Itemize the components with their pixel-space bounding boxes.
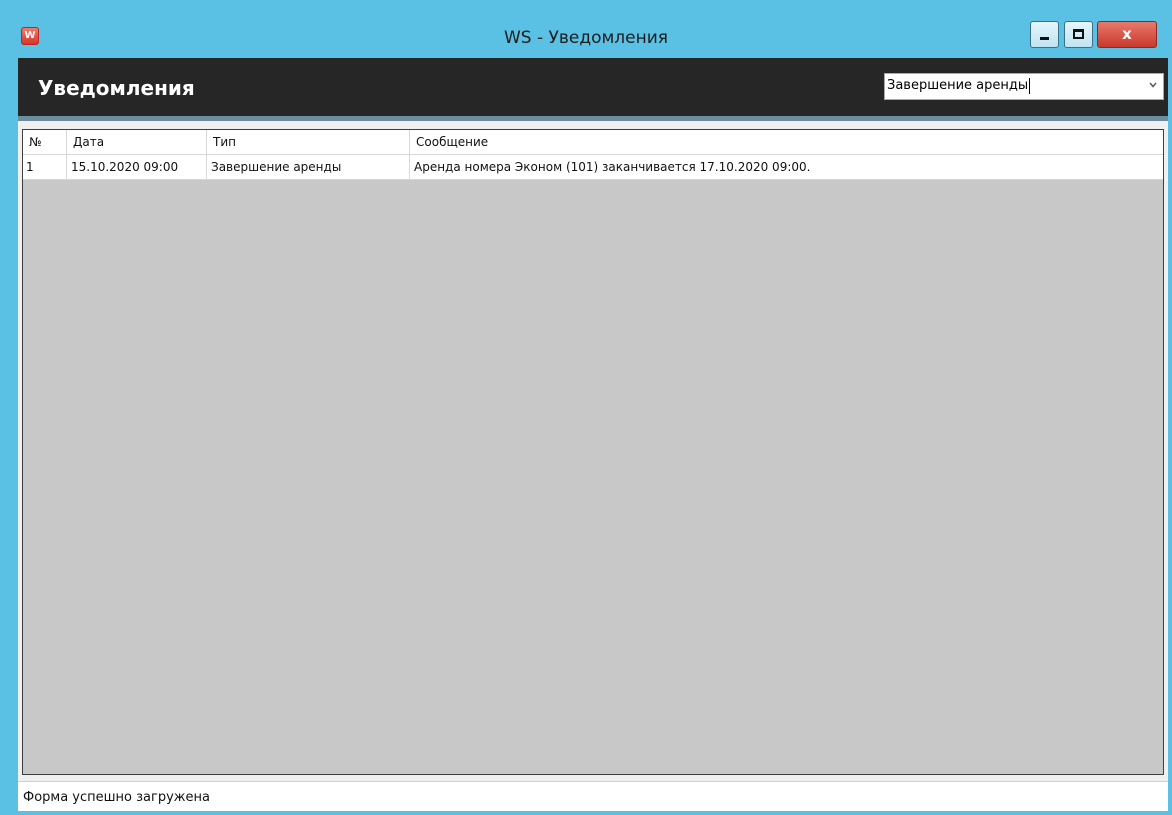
close-button[interactable]: x — [1097, 21, 1157, 48]
window-title: WS - Уведомления — [503, 28, 669, 48]
status-text: Форма успешно загружена — [23, 790, 210, 805]
column-header-type[interactable]: Тип — [207, 130, 410, 154]
grid-header: № Дата Тип Сообщение — [23, 130, 1163, 155]
cell-message[interactable]: Аренда номера Эконом (101) заканчивается… — [410, 155, 1163, 179]
cell-type[interactable]: Завершение аренды — [207, 155, 410, 179]
column-header-message[interactable]: Сообщение — [410, 130, 1163, 154]
close-icon: x — [1122, 25, 1132, 43]
notifications-grid[interactable]: № Дата Тип Сообщение 1 15.10.2020 09:00 … — [22, 129, 1164, 775]
table-row[interactable]: 1 15.10.2020 09:00 Завершение аренды Аре… — [23, 155, 1163, 180]
page-title: Уведомления — [38, 76, 195, 100]
maximize-icon — [1073, 29, 1084, 39]
app-window: W WS - Уведомления x Уведомления Заверше… — [0, 0, 1172, 815]
status-bar: Форма успешно загружена — [18, 781, 1168, 811]
maximize-button[interactable] — [1064, 21, 1093, 48]
notification-type-select-value: Завершение аренды — [887, 78, 1031, 94]
cell-num[interactable]: 1 — [23, 155, 67, 179]
page-header: Уведомления Завершение аренды — [18, 58, 1168, 116]
notification-type-select[interactable]: Завершение аренды — [884, 73, 1164, 100]
minimize-button[interactable] — [1030, 21, 1059, 48]
column-header-num[interactable]: № — [23, 130, 67, 154]
chevron-down-icon[interactable] — [1149, 81, 1157, 89]
column-header-date[interactable]: Дата — [67, 130, 207, 154]
grid-panel: № Дата Тип Сообщение 1 15.10.2020 09:00 … — [18, 116, 1168, 781]
title-bar[interactable]: W WS - Уведомления x — [0, 0, 1172, 58]
minimize-icon — [1040, 37, 1049, 40]
cell-date[interactable]: 15.10.2020 09:00 — [67, 155, 207, 179]
